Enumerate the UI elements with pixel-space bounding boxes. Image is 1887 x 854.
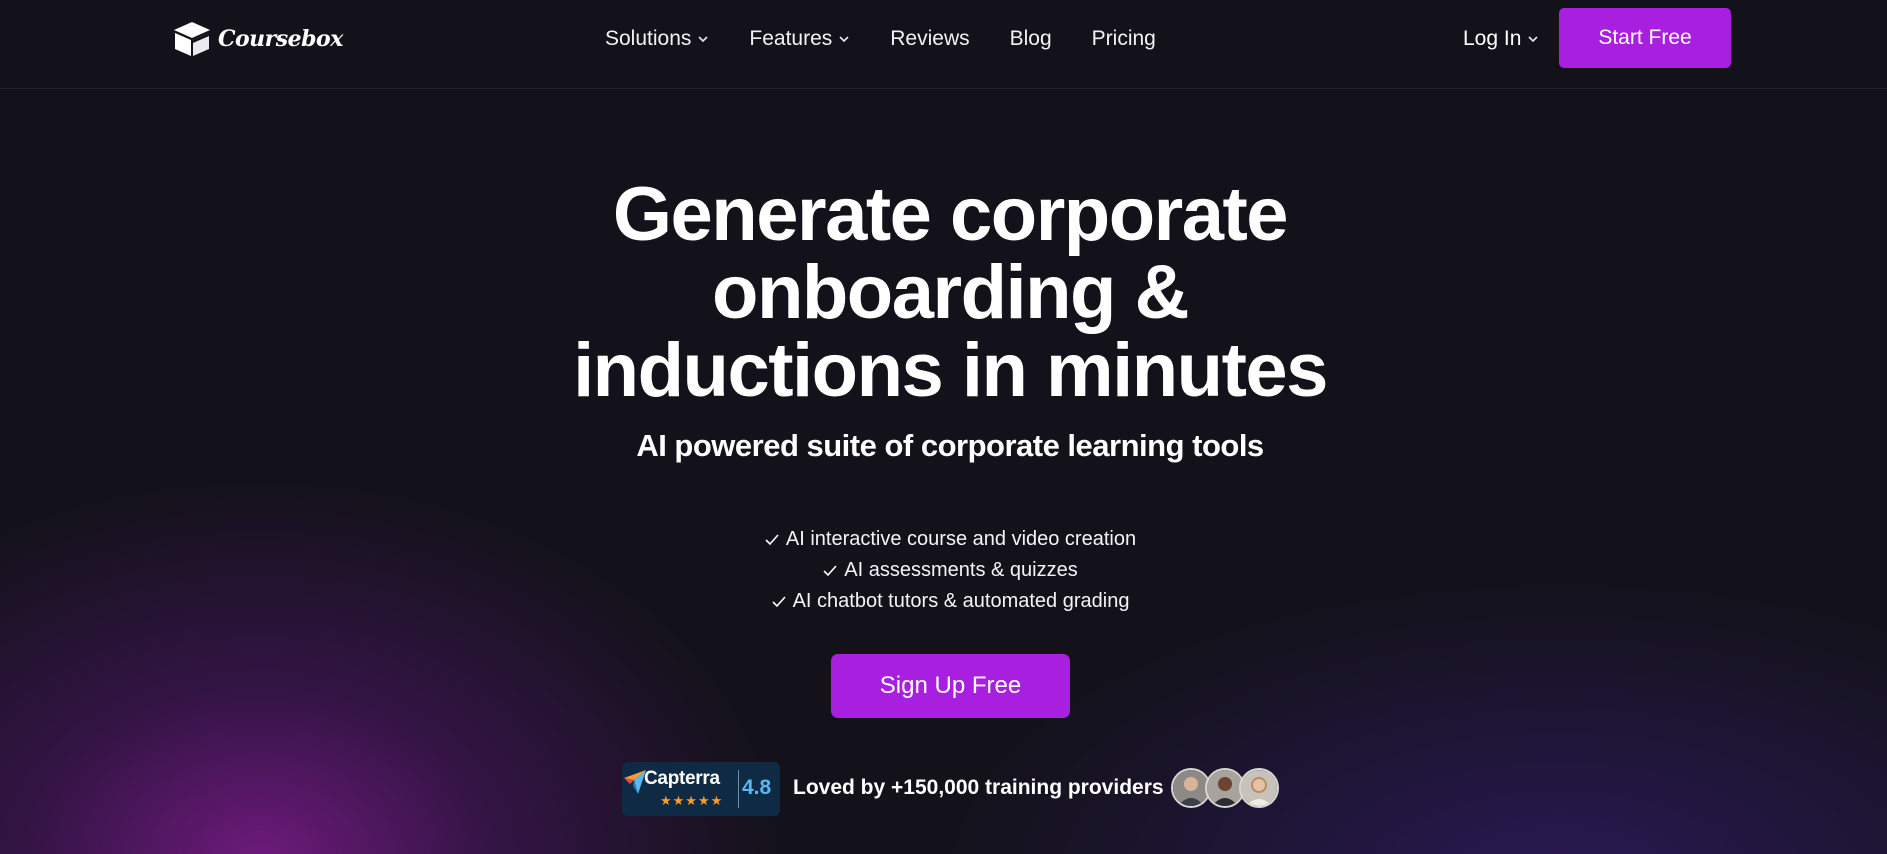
sign-up-free-button[interactable]: Sign Up Free [831, 654, 1070, 718]
star-rating-icon: ★★★★★ [660, 793, 724, 808]
main-nav: Solutions Features Reviews Blog Pricing [605, 22, 1196, 56]
nav-features[interactable]: Features [749, 22, 850, 56]
check-icon [771, 595, 786, 607]
logo[interactable]: Coursebox [172, 20, 343, 58]
hero-subtitle: AI powered suite of corporate learning t… [636, 428, 1264, 463]
chevron-down-icon [1528, 36, 1538, 43]
hero-title-line: Generate corporate [612, 172, 1289, 257]
nav-label: Reviews [890, 27, 970, 50]
nav-blog[interactable]: Blog [1010, 22, 1052, 56]
start-free-button[interactable]: Start Free [1559, 8, 1731, 68]
divider [738, 770, 739, 808]
person-icon [1207, 770, 1243, 806]
page: Coursebox Solutions Features Reviews Blo… [0, 0, 1887, 854]
chevron-down-icon [839, 36, 849, 43]
nav-solutions[interactable]: Solutions [605, 22, 709, 56]
nav-pricing[interactable]: Pricing [1092, 22, 1156, 56]
capterra-name: Capterra [644, 768, 720, 789]
chevron-down-icon [698, 36, 708, 43]
nav-label: Blog [1009, 27, 1052, 50]
nav-label: Solutions [605, 27, 692, 50]
feature-item: AI interactive course and video creation [0, 524, 1887, 555]
person-icon [1173, 770, 1209, 806]
capterra-badge[interactable]: Capterra ★★★★★ 4.8 [622, 762, 780, 816]
check-icon [765, 533, 779, 545]
feature-item: AI assessments & quizzes [0, 555, 1887, 586]
login-label: Log In [1463, 27, 1522, 50]
nav-label: Pricing [1091, 27, 1156, 50]
nav-reviews[interactable]: Reviews [890, 22, 969, 56]
site-header: Coursebox Solutions Features Reviews Blo… [0, 0, 1887, 89]
box-icon [174, 22, 210, 56]
hero-title-line: onboarding & [712, 250, 1189, 335]
check-icon [823, 564, 837, 576]
loved-by-text: Loved by +150,000 training providers [793, 776, 1164, 799]
login-menu[interactable]: Log In [1463, 22, 1539, 56]
avatar-group [1171, 768, 1279, 808]
hero-title-line: inductions in minutes [573, 328, 1328, 413]
person-icon [1241, 770, 1277, 806]
avatar [1239, 768, 1279, 808]
feature-text: AI chatbot tutors & automated grading [792, 590, 1130, 612]
logo-text: Coursebox [218, 26, 343, 52]
feature-item: AI chatbot tutors & automated grading [0, 586, 1887, 617]
hero-title: Generate corporate onboarding & inductio… [0, 176, 1887, 410]
nav-label: Features [749, 27, 833, 50]
feature-text: AI interactive course and video creation [785, 528, 1137, 550]
feature-text: AI assessments & quizzes [844, 559, 1078, 581]
feature-list: AI interactive course and video creation… [0, 524, 1887, 617]
capterra-rating: 4.8 [742, 776, 772, 799]
